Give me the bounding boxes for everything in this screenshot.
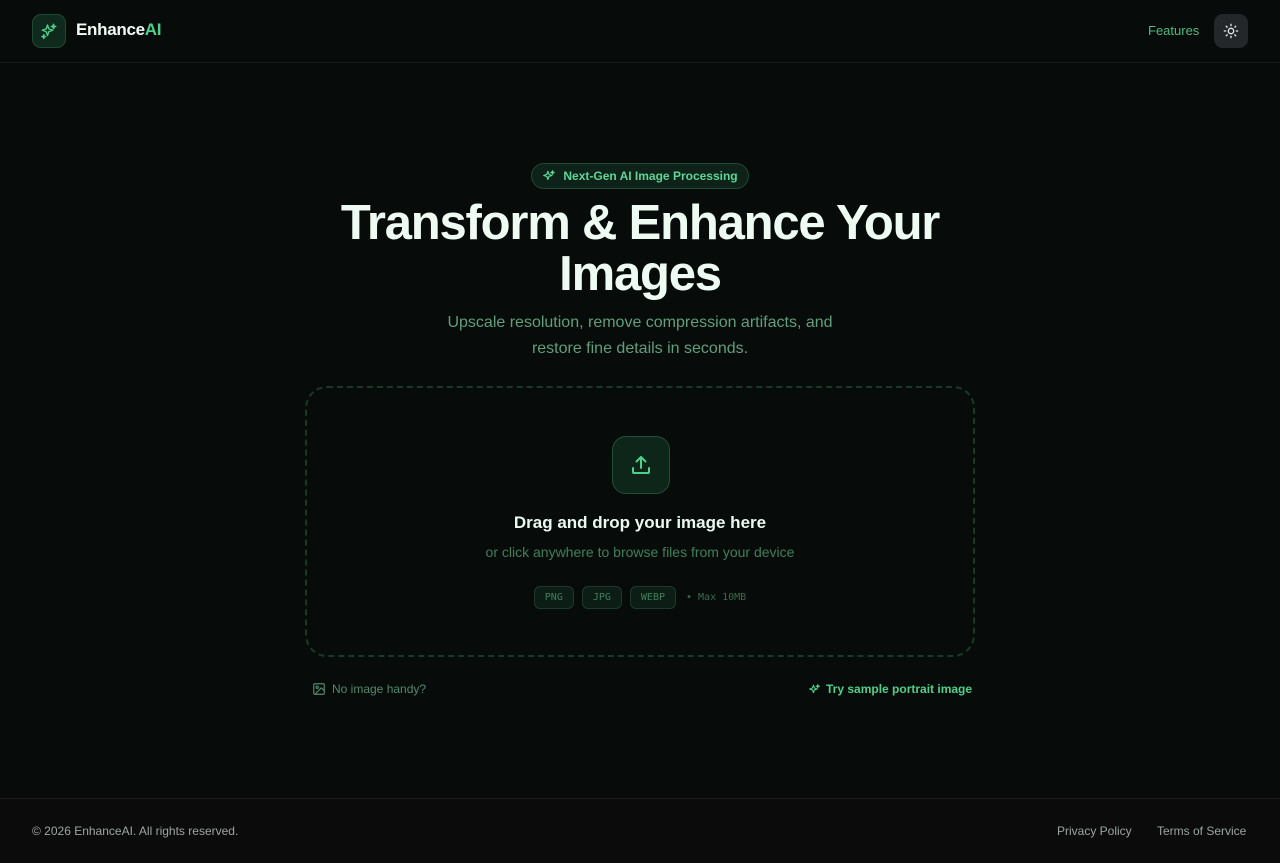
hero-badge: Next-Gen AI Image Processing xyxy=(531,163,749,189)
theme-toggle-button[interactable] xyxy=(1214,14,1248,48)
format-badge-webp: WEBP xyxy=(629,586,676,609)
brand-accent: AI xyxy=(144,20,162,39)
page-footer: © 2026 EnhanceAI. All rights reserved. P… xyxy=(0,798,1280,863)
format-badge-jpg: JPG xyxy=(581,586,622,609)
sparkles-icon xyxy=(41,23,57,40)
title-line-2: Images xyxy=(559,247,722,301)
hero-badge-label: Next-Gen AI Image Processing xyxy=(563,169,738,183)
nav-features-link[interactable]: Features xyxy=(1148,23,1199,38)
page-subtitle: Upscale resolution, remove compression a… xyxy=(420,310,860,362)
dropzone-title: Drag and drop your image here xyxy=(513,513,767,532)
subtitle-line-1: Upscale resolution, remove compression a… xyxy=(447,314,833,331)
page-title: Transform & Enhance Your Images xyxy=(240,198,1040,300)
no-image-hint: No image handy? xyxy=(312,682,426,696)
format-badge-png: PNG xyxy=(533,586,574,609)
subtitle-line-2: restore fine details in seconds. xyxy=(531,340,749,357)
sparkles-icon xyxy=(543,170,556,181)
brand-name[interactable]: EnhanceAI xyxy=(76,20,161,40)
copyright-text: © 2026 EnhanceAI. All rights reserved. xyxy=(32,824,239,838)
max-size-label: • Max 10MB xyxy=(686,592,747,603)
try-sample-label: Try sample portrait image xyxy=(826,682,973,696)
no-image-label: No image handy? xyxy=(332,682,427,696)
try-sample-button[interactable]: Try sample portrait image xyxy=(808,682,972,696)
title-line-1: Transform & Enhance Your xyxy=(340,196,941,250)
image-dropzone[interactable]: Drag and drop your image here or click a… xyxy=(305,386,975,657)
brand-main: Enhance xyxy=(76,20,145,39)
privacy-policy-link[interactable]: Privacy Policy xyxy=(1057,824,1132,838)
logo[interactable] xyxy=(32,14,66,48)
sun-icon xyxy=(1223,23,1239,39)
format-list: PNG JPG WEBP • Max 10MB xyxy=(307,586,973,609)
upload-icon-box xyxy=(612,436,670,494)
upload-icon xyxy=(632,456,650,474)
top-header: EnhanceAI Features xyxy=(0,0,1280,63)
terms-of-service-link[interactable]: Terms of Service xyxy=(1157,824,1246,838)
image-icon xyxy=(313,683,325,695)
sparkles-icon xyxy=(809,683,820,693)
dropzone-subtitle: or click anywhere to browse files from y… xyxy=(485,544,795,560)
